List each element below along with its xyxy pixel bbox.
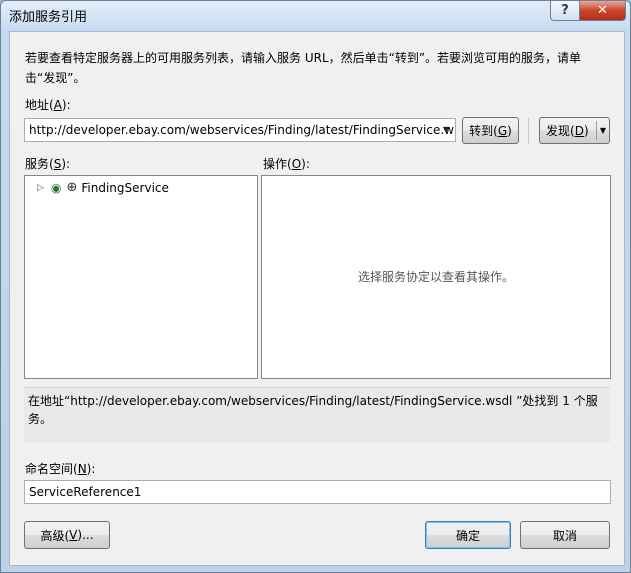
operations-empty-message: 选择服务协定以查看其操作。 <box>357 270 514 284</box>
namespace-input[interactable]: ServiceReference1 <box>24 480 611 504</box>
dialog-title: 添加服务引用 <box>9 10 88 25</box>
service-icon: ◉ <box>51 180 62 195</box>
help-button[interactable]: ? <box>550 1 580 21</box>
address-label: 地址(A): <box>25 98 71 112</box>
operations-label: 操作(O): <box>263 157 310 171</box>
toolbar-divider <box>528 118 529 144</box>
tree-item-label: FindingService <box>81 180 169 195</box>
address-input[interactable]: http://developer.ebay.com/webservices/Fi… <box>29 123 454 137</box>
services-tree[interactable]: ▷ ◉ ⊕ FindingService <box>24 175 258 379</box>
namespace-label: 命名空间(N): <box>25 462 96 476</box>
expand-triangle-icon[interactable]: ▷ <box>37 183 47 193</box>
dropdown-arrow-icon[interactable]: ▼ <box>597 118 609 143</box>
discover-button-label[interactable]: 发现(D) <box>546 122 589 139</box>
go-button[interactable]: 转到(G) <box>462 117 519 144</box>
status-message: 在地址“http://developer.ebay.com/webservice… <box>24 387 610 443</box>
operations-panel: 选择服务协定以查看其操作。 <box>261 175 611 379</box>
discover-split-button[interactable]: 发现(D) ▼ <box>539 117 610 144</box>
cancel-button[interactable]: 取消 <box>520 521 610 549</box>
address-combobox[interactable]: http://developer.ebay.com/webservices/Fi… <box>24 118 456 142</box>
title-bar[interactable]: 添加服务引用 ? ✕ <box>1 1 630 29</box>
ok-button[interactable]: 确定 <box>425 521 511 549</box>
services-label: 服务(S): <box>25 157 71 171</box>
tree-item-findingservice[interactable]: ▷ ◉ ⊕ FindingService <box>37 180 169 195</box>
instructions-text: 若要查看特定服务器上的可用服务列表，请输入服务 URL，然后单击“转到”。若要浏… <box>25 51 582 85</box>
help-icon: ? <box>561 3 569 18</box>
chevron-down-icon[interactable]: ▼ <box>437 119 455 141</box>
close-icon: ✕ <box>597 3 608 18</box>
globe-icon: ⊕ <box>66 180 78 195</box>
advanced-button[interactable]: 高级(V)... <box>24 521 110 549</box>
dialog-client-area: 若要查看特定服务器上的可用服务列表，请输入服务 URL，然后单击“转到”。若要浏… <box>9 31 625 566</box>
close-button[interactable]: ✕ <box>579 1 626 21</box>
add-service-reference-dialog: 添加服务引用 ? ✕ 若要查看特定服务器上的可用服务列表，请输入服务 URL，然… <box>0 0 631 573</box>
